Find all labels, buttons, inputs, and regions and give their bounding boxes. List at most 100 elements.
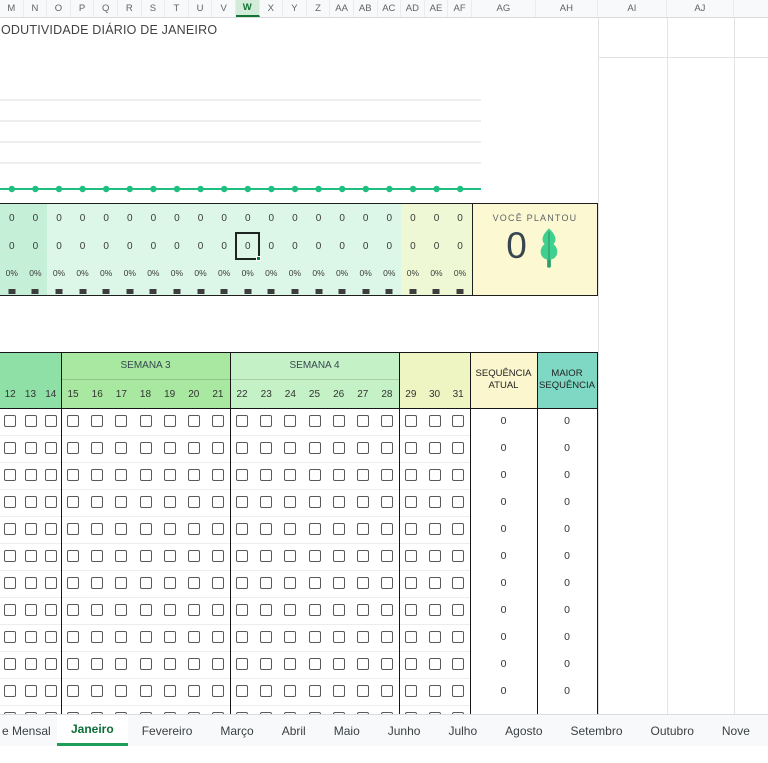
day-checkbox[interactable] — [4, 550, 17, 562]
stat-cell[interactable]: 0 — [142, 232, 166, 260]
day-checkbox[interactable] — [236, 577, 249, 589]
day-checkbox[interactable] — [428, 469, 441, 481]
day-checkbox[interactable] — [67, 496, 80, 508]
stat-cell[interactable]: 0 — [71, 204, 95, 232]
stat-cell[interactable]: 0 — [94, 232, 118, 260]
day-checkbox[interactable] — [284, 523, 297, 535]
day-checkbox[interactable] — [308, 415, 321, 427]
column-header-P[interactable]: P — [71, 0, 95, 17]
stat-cell[interactable]: 0 — [378, 204, 402, 232]
day-checkbox[interactable] — [91, 631, 104, 643]
stat-cell[interactable]: 0 — [448, 204, 472, 232]
day-checkbox[interactable] — [4, 496, 17, 508]
column-header-Z[interactable]: Z — [307, 0, 331, 17]
day-checkbox[interactable] — [308, 631, 321, 643]
day-checkbox[interactable] — [260, 523, 273, 535]
day-checkbox[interactable] — [24, 604, 37, 616]
day-checkbox[interactable] — [236, 631, 249, 643]
sheet-tab-setembro[interactable]: Setembro — [557, 715, 637, 746]
stat-cell[interactable]: 0 — [307, 232, 331, 260]
stat-cell[interactable]: 0 — [0, 204, 24, 232]
day-checkbox[interactable] — [91, 523, 104, 535]
stat-cell[interactable]: 0% — [378, 260, 402, 285]
sheet-tab-abril[interactable]: Abril — [268, 715, 320, 746]
stat-cell[interactable]: 0% — [24, 260, 48, 285]
day-checkbox[interactable] — [452, 631, 465, 643]
day-checkbox[interactable] — [139, 415, 152, 427]
day-checkbox[interactable] — [211, 577, 224, 589]
day-checkbox[interactable] — [308, 550, 321, 562]
day-checkbox[interactable] — [284, 631, 297, 643]
stat-cell[interactable]: 0 — [283, 204, 307, 232]
day-checkbox[interactable] — [308, 577, 321, 589]
day-checkbox[interactable] — [332, 442, 345, 454]
day-checkbox[interactable] — [91, 685, 104, 697]
day-checkbox[interactable] — [44, 523, 57, 535]
day-checkbox[interactable] — [187, 577, 200, 589]
day-checkbox[interactable] — [115, 631, 128, 643]
day-checkbox[interactable] — [187, 658, 200, 670]
day-checkbox[interactable] — [236, 658, 249, 670]
stat-cell[interactable]: 0 — [401, 204, 425, 232]
day-checkbox[interactable] — [187, 685, 200, 697]
day-checkbox[interactable] — [356, 415, 369, 427]
day-checkbox[interactable] — [260, 550, 273, 562]
day-checkbox[interactable] — [67, 631, 80, 643]
day-checkbox[interactable] — [67, 685, 80, 697]
day-checkbox[interactable] — [187, 550, 200, 562]
day-checkbox[interactable] — [452, 550, 465, 562]
day-checkbox[interactable] — [4, 415, 17, 427]
day-checkbox[interactable] — [24, 631, 37, 643]
day-checkbox[interactable] — [332, 604, 345, 616]
day-checkbox[interactable] — [211, 442, 224, 454]
day-checkbox[interactable] — [284, 577, 297, 589]
day-checkbox[interactable] — [332, 523, 345, 535]
column-header-M[interactable]: M — [0, 0, 24, 17]
day-checkbox[interactable] — [4, 604, 17, 616]
stat-cell[interactable]: 0 — [189, 204, 213, 232]
day-checkbox[interactable] — [44, 604, 57, 616]
day-checkbox[interactable] — [332, 577, 345, 589]
day-checkbox[interactable] — [139, 496, 152, 508]
stat-cell[interactable]: 0 — [260, 232, 284, 260]
day-checkbox[interactable] — [236, 469, 249, 481]
column-header-AC[interactable]: AC — [378, 0, 402, 17]
stat-cell[interactable]: 0 — [94, 204, 118, 232]
day-checkbox[interactable] — [428, 496, 441, 508]
day-checkbox[interactable] — [284, 550, 297, 562]
stat-cell[interactable]: 0% — [189, 260, 213, 285]
day-checkbox[interactable] — [24, 523, 37, 535]
day-checkbox[interactable] — [284, 496, 297, 508]
day-checkbox[interactable] — [308, 658, 321, 670]
day-checkbox[interactable] — [187, 496, 200, 508]
stat-cell[interactable]: 0% — [142, 260, 166, 285]
day-checkbox[interactable] — [308, 604, 321, 616]
day-checkbox[interactable] — [115, 658, 128, 670]
day-checkbox[interactable] — [139, 577, 152, 589]
day-checkbox[interactable] — [236, 604, 249, 616]
stat-cell[interactable]: 0% — [425, 260, 449, 285]
day-checkbox[interactable] — [67, 469, 80, 481]
day-checkbox[interactable] — [211, 631, 224, 643]
stat-cell[interactable]: 0% — [165, 260, 189, 285]
column-header-AA[interactable]: AA — [330, 0, 354, 17]
day-checkbox[interactable] — [236, 685, 249, 697]
stat-cell[interactable]: 0% — [401, 260, 425, 285]
stat-cell[interactable]: 0 — [24, 204, 48, 232]
day-checkbox[interactable] — [211, 658, 224, 670]
column-header-U[interactable]: U — [189, 0, 213, 17]
day-checkbox[interactable] — [44, 658, 57, 670]
day-checkbox[interactable] — [4, 523, 17, 535]
day-checkbox[interactable] — [115, 442, 128, 454]
day-checkbox[interactable] — [452, 685, 465, 697]
stat-cell[interactable]: 0 — [236, 204, 260, 232]
day-checkbox[interactable] — [4, 685, 17, 697]
selected-cell[interactable] — [235, 232, 262, 261]
day-checkbox[interactable] — [91, 469, 104, 481]
day-checkbox[interactable] — [115, 523, 128, 535]
day-checkbox[interactable] — [115, 415, 128, 427]
fill-handle[interactable] — [256, 256, 262, 261]
day-checkbox[interactable] — [91, 658, 104, 670]
day-checkbox[interactable] — [187, 523, 200, 535]
stat-cell[interactable]: 0 — [47, 204, 71, 232]
